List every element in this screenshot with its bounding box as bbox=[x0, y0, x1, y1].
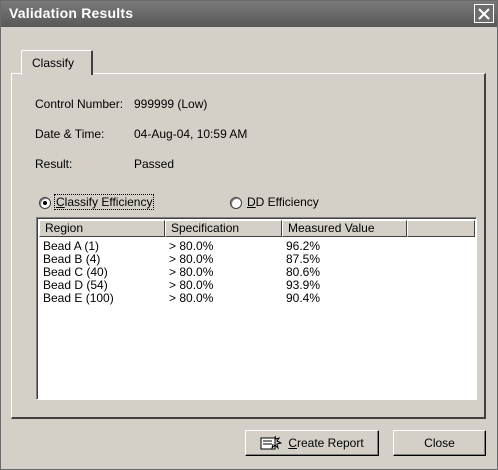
report-icon bbox=[260, 435, 283, 450]
column-header-label: Specification bbox=[171, 221, 240, 235]
cell-specification: > 80.0% bbox=[169, 291, 214, 305]
radio-button-icon[interactable] bbox=[39, 197, 51, 209]
datetime-value: 04-Aug-04, 10:59 AM bbox=[134, 127, 248, 141]
tab-classify-label: Classify bbox=[32, 56, 75, 70]
column-header-specification[interactable]: Specification bbox=[165, 220, 282, 237]
table-row[interactable]: Bead E (100) > 80.0% 90.4% bbox=[43, 292, 463, 305]
result-label: Result: bbox=[35, 157, 73, 171]
radio-dd-efficiency-label[interactable]: DD Efficiency bbox=[247, 195, 319, 209]
results-table[interactable]: Region Specification Measured Value Bead… bbox=[36, 217, 477, 400]
close-window-button[interactable] bbox=[474, 4, 494, 23]
create-report-label: Create Report bbox=[288, 436, 364, 450]
tab-classify[interactable]: Classify bbox=[21, 50, 93, 75]
column-header-label: Measured Value bbox=[288, 221, 375, 235]
create-report-button[interactable]: Create Report bbox=[245, 430, 379, 456]
datetime-label: Date & Time: bbox=[35, 127, 105, 141]
close-button[interactable]: Close bbox=[393, 430, 486, 456]
window-title: Validation Results bbox=[9, 5, 134, 21]
validation-results-window: Validation Results Classify Control Numb… bbox=[0, 0, 498, 470]
close-button-label: Close bbox=[424, 436, 455, 450]
radio-classify-efficiency-label[interactable]: Classify Efficiency bbox=[53, 194, 155, 210]
table-row[interactable]: Bead A (1) > 80.0% 96.2% bbox=[43, 240, 463, 253]
radio-button-icon[interactable] bbox=[230, 197, 242, 209]
result-value: Passed bbox=[134, 157, 175, 171]
title-bar[interactable]: Validation Results bbox=[1, 1, 497, 27]
control-number-value: 999999 (Low) bbox=[134, 97, 208, 111]
cell-region: Bead E (100) bbox=[43, 291, 114, 305]
column-header-region[interactable]: Region bbox=[39, 220, 165, 237]
column-header-label: Region bbox=[45, 221, 84, 235]
close-x-icon bbox=[478, 7, 490, 20]
cell-measured-value: 90.4% bbox=[286, 291, 321, 305]
control-number-label: Control Number: bbox=[35, 97, 124, 111]
column-header-measured-value[interactable]: Measured Value bbox=[282, 220, 407, 237]
column-header-empty bbox=[407, 220, 475, 237]
